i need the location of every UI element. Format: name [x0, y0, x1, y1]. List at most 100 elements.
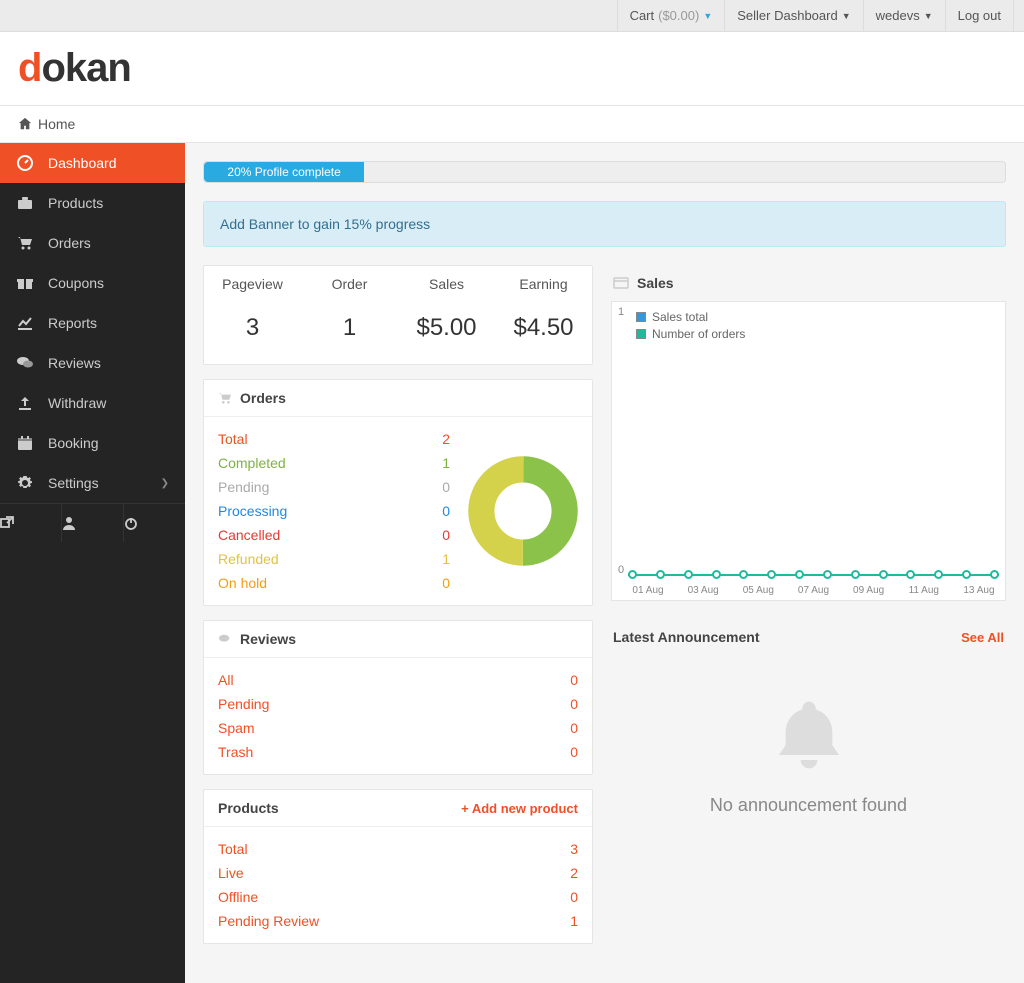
- cart-label: Cart: [630, 8, 655, 23]
- sidebar-bottom-icons: [0, 503, 185, 542]
- orders-row-completed[interactable]: Completed1: [218, 451, 450, 475]
- site-logo[interactable]: dokan: [18, 46, 1006, 91]
- chevron-right-icon: ❯: [161, 478, 169, 489]
- chart-legend: Sales total Number of orders: [636, 310, 745, 344]
- orders-row-refunded[interactable]: Refunded1: [218, 547, 450, 571]
- stat-pageview: Pageview 3: [204, 266, 301, 364]
- sidebar-item-label: Coupons: [48, 275, 104, 291]
- legend-label: Sales total: [652, 310, 708, 324]
- stat-label: Pageview: [208, 276, 297, 292]
- sidebar-item-label: Products: [48, 195, 103, 211]
- card-title: Products: [218, 800, 279, 816]
- sidebar-item-withdraw[interactable]: Withdraw: [0, 383, 185, 423]
- reviews-row-spam[interactable]: Spam0: [218, 716, 578, 740]
- x-tick: 01 Aug: [628, 585, 668, 596]
- comments-icon: [218, 633, 232, 645]
- orders-row-pending[interactable]: Pending0: [218, 475, 450, 499]
- orders-card: Orders Total2 Completed1 Pending0 Proces…: [203, 379, 593, 606]
- stat-order: Order 1: [301, 266, 398, 364]
- orders-row-cancelled[interactable]: Cancelled0: [218, 523, 450, 547]
- orders-row-onhold[interactable]: On hold0: [218, 571, 450, 595]
- stats-card: Pageview 3 Order 1 Sales $5.00 Earning: [203, 265, 593, 365]
- sidebar-item-label: Reviews: [48, 355, 101, 371]
- products-row-offline[interactable]: Offline0: [218, 885, 578, 909]
- products-row-pending[interactable]: Pending Review1: [218, 909, 578, 933]
- reviews-card: Reviews All0 Pending0 Spam0 Trash0: [203, 620, 593, 775]
- sidebar-item-orders[interactable]: Orders: [0, 223, 185, 263]
- sidebar-item-reviews[interactable]: Reviews: [0, 343, 185, 383]
- y-axis-label: 0: [618, 564, 624, 576]
- upload-icon: [16, 396, 34, 410]
- products-row-total[interactable]: Total3: [218, 837, 578, 861]
- sidebar-item-dashboard[interactable]: Dashboard: [0, 143, 185, 183]
- sidebar-item-products[interactable]: Products: [0, 183, 185, 223]
- caret-down-icon: ▼: [842, 11, 851, 21]
- sales-chart: 1 Sales total Number of orders 0 01 Aug: [611, 301, 1006, 601]
- sidebar-item-label: Booking: [48, 435, 99, 451]
- profile-progress-text: 20% Profile complete: [227, 165, 340, 179]
- sidebar-item-label: Withdraw: [48, 395, 106, 411]
- breadcrumb-home[interactable]: Home: [38, 116, 75, 132]
- sidebar-item-settings[interactable]: Settings ❯: [0, 463, 185, 503]
- legend-label: Number of orders: [652, 327, 745, 341]
- x-tick: 03 Aug: [683, 585, 723, 596]
- y-axis-label: 1: [618, 306, 624, 318]
- gear-icon: [16, 475, 34, 491]
- sidebar-item-coupons[interactable]: Coupons: [0, 263, 185, 303]
- reviews-row-trash[interactable]: Trash0: [218, 740, 578, 764]
- user-menu[interactable]: wedevs ▼: [864, 0, 946, 31]
- seller-dashboard-menu[interactable]: Seller Dashboard ▼: [725, 0, 863, 31]
- x-tick: 13 Aug: [959, 585, 999, 596]
- main-content: 20% Profile complete Add Banner to gain …: [185, 143, 1024, 983]
- stat-label: Order: [305, 276, 394, 292]
- breadcrumb: Home: [0, 106, 1024, 143]
- card-title: Orders: [240, 390, 286, 406]
- top-utility-bar: Cart ($0.00) ▼ Seller Dashboard ▼ wedevs…: [0, 0, 1024, 32]
- cart-menu[interactable]: Cart ($0.00) ▼: [617, 0, 726, 31]
- orders-row-total[interactable]: Total2: [218, 427, 450, 451]
- cart-icon: [218, 392, 232, 404]
- x-tick: 07 Aug: [793, 585, 833, 596]
- orders-row-processing[interactable]: Processing0: [218, 499, 450, 523]
- sidebar-item-reports[interactable]: Reports: [0, 303, 185, 343]
- chart-line: [628, 570, 999, 578]
- sidebar-item-booking[interactable]: Booking: [0, 423, 185, 463]
- home-icon: [18, 117, 32, 131]
- products-card: Products + Add new product Total3 Live2 …: [203, 789, 593, 944]
- calendar-icon: [16, 436, 34, 450]
- products-row-live[interactable]: Live2: [218, 861, 578, 885]
- caret-down-icon: ▼: [703, 11, 712, 21]
- banner-alert: Add Banner to gain 15% progress: [203, 201, 1006, 247]
- profile-progress: 20% Profile complete: [203, 161, 1006, 183]
- sales-title: Sales: [637, 275, 674, 291]
- card-icon: [613, 277, 629, 289]
- caret-down-icon: ▼: [924, 11, 933, 21]
- cart-icon: [16, 236, 34, 250]
- announcement-empty-text: No announcement found: [621, 795, 996, 816]
- seller-dashboard-label: Seller Dashboard: [737, 8, 837, 23]
- dashboard-icon: [16, 155, 34, 171]
- x-tick: 05 Aug: [738, 585, 778, 596]
- stat-earning: Earning $4.50: [495, 266, 592, 364]
- reviews-row-all[interactable]: All0: [218, 668, 578, 692]
- logo-rest: okan: [41, 46, 130, 90]
- x-tick: 11 Aug: [904, 585, 944, 596]
- see-all-link[interactable]: See All: [961, 630, 1004, 645]
- briefcase-icon: [16, 196, 34, 210]
- user-label: wedevs: [876, 8, 920, 23]
- power-button[interactable]: [124, 504, 185, 542]
- legend-swatch: [636, 312, 646, 322]
- x-tick: 09 Aug: [849, 585, 889, 596]
- add-product-link[interactable]: + Add new product: [461, 801, 578, 816]
- logout-link[interactable]: Log out: [946, 0, 1014, 31]
- sidebar-item-label: Dashboard: [48, 155, 117, 171]
- x-axis: 01 Aug 03 Aug 05 Aug 07 Aug 09 Aug 11 Au…: [628, 585, 999, 596]
- banner-alert-text: Add Banner to gain 15% progress: [220, 216, 430, 232]
- profile-button[interactable]: [62, 504, 124, 542]
- reviews-row-pending[interactable]: Pending0: [218, 692, 578, 716]
- external-link-button[interactable]: [0, 504, 62, 542]
- stat-label: Earning: [499, 276, 588, 292]
- gift-icon: [16, 276, 34, 290]
- chart-icon: [16, 316, 34, 330]
- card-title: Reviews: [240, 631, 296, 647]
